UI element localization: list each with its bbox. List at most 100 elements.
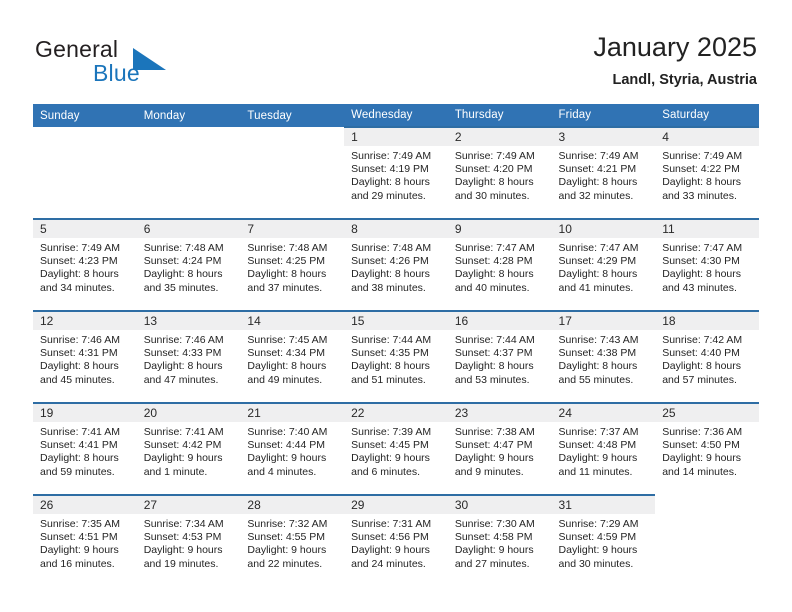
day-number-band — [33, 127, 137, 145]
sunrise-text: Sunrise: 7:47 AM — [558, 242, 639, 254]
day-cell-28[interactable]: 28 Sunrise: 7:32 AM Sunset: 4:55 PM Dayligh… — [240, 494, 345, 586]
daylight-text: Daylight: 9 hours and 14 minutes. — [662, 452, 742, 478]
day-cell-7[interactable]: 7 Sunrise: 7:48 AM Sunset: 4:25 PM Daylight… — [240, 218, 345, 311]
general-blue-logo[interactable]: General Blue — [35, 36, 265, 88]
day-cell-30[interactable]: 30 Sunrise: 7:30 AM Sunset: 4:58 PM Dayligh… — [447, 494, 552, 586]
day-cell-15[interactable]: 15 Sunrise: 7:44 AM Sunset: 4:35 PM Dayligh… — [344, 310, 448, 403]
week-row: 19 Sunrise: 7:41 AM Sunset: 4:41 PM Dayligh… — [33, 402, 759, 495]
sunrise-text: Sunrise: 7:48 AM — [247, 242, 328, 254]
week-row: 1 Sunrise: 7:49 AM Sunset: 4:19 PM Daylight… — [33, 126, 759, 219]
day-cell-empty — [136, 127, 241, 219]
day-number: 11 — [655, 220, 759, 238]
day-cell-9[interactable]: 9 Sunrise: 7:47 AM Sunset: 4:28 PM Daylight… — [447, 218, 552, 311]
sunrise-text: Sunrise: 7:49 AM — [662, 150, 743, 162]
day-cell-21[interactable]: 21 Sunrise: 7:40 AM Sunset: 4:44 PM Dayligh… — [240, 402, 345, 495]
daylight-text: Daylight: 9 hours and 11 minutes. — [558, 452, 638, 478]
sunrise-text: Sunrise: 7:35 AM — [40, 518, 120, 530]
day-cell-8[interactable]: 8 Sunrise: 7:48 AM Sunset: 4:26 PM Daylight… — [344, 218, 448, 311]
day-number: 19 — [33, 404, 137, 422]
day-number: 27 — [136, 496, 241, 514]
day-details: Sunrise: 7:45 AM Sunset: 4:34 PM Daylight:… — [240, 330, 344, 387]
day-details: Sunrise: 7:29 AM Sunset: 4:59 PM Daylight:… — [552, 514, 656, 571]
daylight-text: Daylight: 8 hours and 38 minutes. — [351, 268, 430, 294]
day-cell-10[interactable]: 10 Sunrise: 7:47 AM Sunset: 4:29 PM Dayligh… — [551, 218, 656, 311]
sunset-text: Sunset: 4:53 PM — [143, 531, 222, 544]
sunset-text: Sunset: 4:31 PM — [40, 347, 118, 360]
day-cell-11[interactable]: 11 Sunrise: 7:47 AM Sunset: 4:30 PM Dayligh… — [655, 218, 759, 311]
sunrise-text: Sunrise: 7:48 AM — [143, 242, 224, 254]
day-cell-5[interactable]: 5 Sunrise: 7:49 AM Sunset: 4:23 PM Daylight… — [33, 218, 137, 311]
day-number: 8 — [344, 220, 448, 238]
sunset-text: Sunset: 4:40 PM — [662, 347, 740, 360]
day-cell-27[interactable]: 27 Sunrise: 7:34 AM Sunset: 4:53 PM Dayligh… — [136, 494, 241, 586]
day-cell-13[interactable]: 13 Sunrise: 7:46 AM Sunset: 4:33 PM Dayligh… — [136, 310, 241, 403]
sunrise-text: Sunrise: 7:41 AM — [40, 426, 120, 438]
sunrise-text: Sunrise: 7:44 AM — [454, 334, 535, 346]
sunrise-text: Sunrise: 7:31 AM — [351, 518, 432, 530]
day-details: Sunrise: 7:32 AM Sunset: 4:55 PM Daylight:… — [240, 514, 344, 571]
day-cell-6[interactable]: 6 Sunrise: 7:48 AM Sunset: 4:24 PM Daylight… — [136, 218, 241, 311]
day-number-band — [240, 127, 344, 145]
day-details: Sunrise: 7:48 AM Sunset: 4:25 PM Daylight:… — [240, 238, 344, 295]
day-details: Sunrise: 7:35 AM Sunset: 4:51 PM Daylight:… — [33, 514, 137, 571]
day-details: Sunrise: 7:36 AM Sunset: 4:50 PM Daylight:… — [655, 422, 759, 479]
day-number: 25 — [655, 404, 759, 422]
day-cell-26[interactable]: 26 Sunrise: 7:35 AM Sunset: 4:51 PM Dayligh… — [33, 494, 137, 586]
daylight-text: Daylight: 8 hours and 29 minutes. — [351, 176, 430, 202]
day-details: Sunrise: 7:49 AM Sunset: 4:21 PM Daylight:… — [552, 146, 656, 203]
daylight-text: Daylight: 8 hours and 59 minutes. — [40, 452, 119, 478]
sunset-text: Sunset: 4:19 PM — [351, 163, 429, 176]
day-details: Sunrise: 7:30 AM Sunset: 4:58 PM Daylight:… — [448, 514, 552, 571]
day-details: Sunrise: 7:41 AM Sunset: 4:42 PM Daylight:… — [137, 422, 241, 479]
daylight-text: Daylight: 9 hours and 27 minutes. — [454, 544, 534, 570]
day-cell-3[interactable]: 3 Sunrise: 7:49 AM Sunset: 4:21 PM Daylight… — [551, 126, 656, 219]
week-row: 12 Sunrise: 7:46 AM Sunset: 4:31 PM Dayligh… — [33, 310, 759, 403]
day-number: 22 — [344, 404, 448, 422]
daylight-text: Daylight: 8 hours and 43 minutes. — [662, 268, 742, 294]
day-cell-22[interactable]: 22 Sunrise: 7:39 AM Sunset: 4:45 PM Dayligh… — [344, 402, 448, 495]
day-number: 2 — [447, 128, 552, 146]
day-cell-24[interactable]: 24 Sunrise: 7:37 AM Sunset: 4:48 PM Dayligh… — [551, 402, 656, 495]
day-cell-12[interactable]: 12 Sunrise: 7:46 AM Sunset: 4:31 PM Dayligh… — [33, 310, 137, 403]
day-cell-31[interactable]: 31 Sunrise: 7:29 AM Sunset: 4:59 PM Dayligh… — [551, 494, 656, 586]
weekday-header-saturday: Saturday — [655, 104, 759, 127]
day-cell-2[interactable]: 2 Sunrise: 7:49 AM Sunset: 4:20 PM Daylight… — [447, 126, 552, 219]
sunrise-text: Sunrise: 7:30 AM — [454, 518, 535, 530]
day-cell-29[interactable]: 29 Sunrise: 7:31 AM Sunset: 4:56 PM Dayligh… — [344, 494, 448, 586]
sunrise-text: Sunrise: 7:49 AM — [558, 150, 639, 162]
sunset-text: Sunset: 4:34 PM — [247, 347, 326, 360]
day-number: 5 — [33, 220, 137, 238]
day-cell-20[interactable]: 20 Sunrise: 7:41 AM Sunset: 4:42 PM Dayligh… — [136, 402, 241, 495]
day-number: 6 — [136, 220, 241, 238]
sunrise-text: Sunrise: 7:43 AM — [558, 334, 639, 346]
day-cell-4[interactable]: 4 Sunrise: 7:49 AM Sunset: 4:22 PM Daylight… — [655, 126, 759, 219]
sunset-text: Sunset: 4:48 PM — [558, 439, 637, 452]
day-cell-14[interactable]: 14 Sunrise: 7:45 AM Sunset: 4:34 PM Dayligh… — [240, 310, 345, 403]
daylight-text: Daylight: 8 hours and 37 minutes. — [247, 268, 327, 294]
day-details: Sunrise: 7:42 AM Sunset: 4:40 PM Daylight:… — [655, 330, 759, 387]
day-cell-18[interactable]: 18 Sunrise: 7:42 AM Sunset: 4:40 PM Dayligh… — [655, 310, 759, 403]
daylight-text: Daylight: 8 hours and 40 minutes. — [454, 268, 534, 294]
day-cell-1[interactable]: 1 Sunrise: 7:49 AM Sunset: 4:19 PM Daylight… — [344, 126, 448, 219]
day-cell-empty — [240, 127, 345, 219]
day-details: Sunrise: 7:47 AM Sunset: 4:28 PM Daylight:… — [448, 238, 552, 295]
sunset-text: Sunset: 4:37 PM — [454, 347, 533, 360]
day-details: Sunrise: 7:49 AM Sunset: 4:22 PM Daylight:… — [655, 146, 759, 203]
day-cell-17[interactable]: 17 Sunrise: 7:43 AM Sunset: 4:38 PM Dayligh… — [551, 310, 656, 403]
daylight-text: Daylight: 8 hours and 35 minutes. — [143, 268, 223, 294]
day-cell-25[interactable]: 25 Sunrise: 7:36 AM Sunset: 4:50 PM Dayligh… — [655, 402, 759, 495]
calendar-body: 1 Sunrise: 7:49 AM Sunset: 4:19 PM Daylight… — [33, 126, 759, 586]
sunset-text: Sunset: 4:47 PM — [454, 439, 533, 452]
day-cell-16[interactable]: 16 Sunrise: 7:44 AM Sunset: 4:37 PM Dayligh… — [447, 310, 552, 403]
day-details: Sunrise: 7:34 AM Sunset: 4:53 PM Daylight:… — [137, 514, 241, 571]
day-details: Sunrise: 7:47 AM Sunset: 4:30 PM Daylight:… — [655, 238, 759, 295]
sunset-text: Sunset: 4:58 PM — [454, 531, 533, 544]
daylight-text: Daylight: 9 hours and 6 minutes. — [351, 452, 430, 478]
sunset-text: Sunset: 4:21 PM — [558, 163, 637, 176]
sunrise-text: Sunrise: 7:37 AM — [558, 426, 639, 438]
weekday-header-friday: Friday — [551, 104, 656, 127]
day-cell-19[interactable]: 19 Sunrise: 7:41 AM Sunset: 4:41 PM Dayligh… — [33, 402, 137, 495]
day-number: 15 — [344, 312, 448, 330]
day-number: 9 — [447, 220, 552, 238]
day-cell-23[interactable]: 23 Sunrise: 7:38 AM Sunset: 4:47 PM Dayligh… — [447, 402, 552, 495]
